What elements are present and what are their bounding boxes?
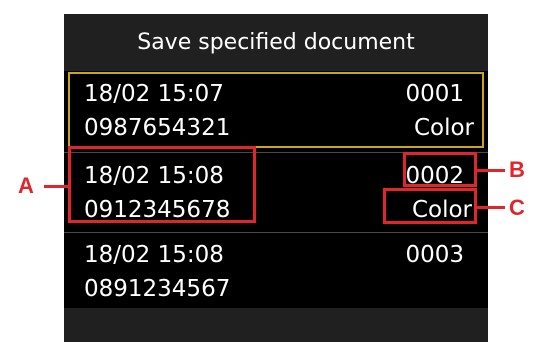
callout-line-c	[477, 206, 505, 209]
screen-footer	[64, 308, 488, 342]
document-list-item-1[interactable]: 18/02 15:07 0987654321 0001 Color	[68, 72, 484, 148]
manual-illustration: Save specified document 18/02 15:07 0987…	[0, 0, 553, 342]
callout-label-c: C	[509, 195, 525, 220]
document-fax-number: 0987654321	[84, 115, 231, 141]
document-fax-number: 0891234567	[84, 276, 231, 302]
document-color-mode: Color	[413, 115, 474, 141]
callout-line-a	[44, 185, 69, 188]
callout-label-b: B	[509, 157, 525, 182]
document-datetime: 18/02 15:07	[84, 81, 224, 107]
screen-title: Save specified document	[64, 14, 488, 71]
document-datetime: 18/02 15:08	[84, 242, 224, 268]
callout-box-c	[383, 188, 477, 224]
callout-line-b	[477, 169, 505, 172]
document-transaction-number: 0003	[405, 242, 464, 268]
callout-label-a: A	[18, 173, 34, 198]
document-list-item-3[interactable]: 18/02 15:08 0891234567 0003	[64, 233, 488, 309]
callout-box-b	[403, 152, 477, 187]
document-transaction-number: 0001	[405, 81, 464, 107]
callout-box-a	[68, 146, 256, 223]
